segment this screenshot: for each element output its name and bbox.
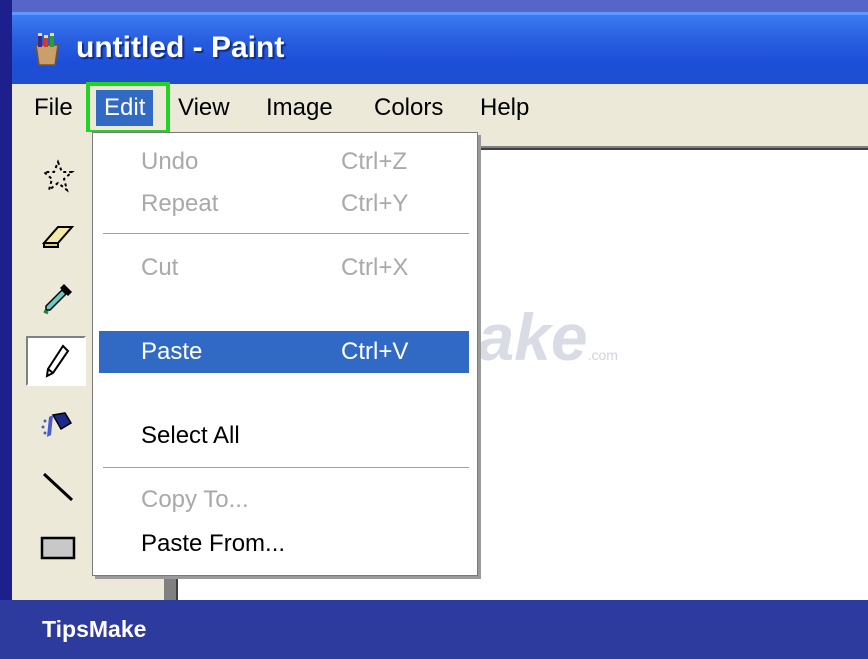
menu-item-select-all[interactable]: Select All — [99, 415, 469, 457]
tool-fill[interactable] — [28, 402, 88, 446]
pencil-icon — [45, 344, 70, 378]
menu-view[interactable]: View — [170, 90, 238, 126]
paint-brushes-icon — [35, 33, 59, 66]
title-bar[interactable]: untitled - Paint — [12, 12, 868, 84]
eraser-icon — [41, 226, 75, 248]
menu-item-repeat[interactable]: Repeat Ctrl+Y — [99, 183, 469, 225]
screen-left-edge — [0, 0, 12, 600]
airbrush-icon — [41, 412, 73, 437]
menu-item-label: Paste From... — [141, 530, 286, 557]
menu-image[interactable]: Image — [258, 90, 341, 126]
menu-separator — [103, 467, 469, 469]
color-picker-icon — [43, 284, 72, 315]
menu-item-shortcut: Ctrl+X — [341, 254, 409, 281]
menu-item-cut[interactable]: Cut Ctrl+X — [99, 247, 469, 289]
menu-item-label: Paste — [141, 338, 203, 365]
menu-item-paste[interactable]: Paste Ctrl+V — [99, 331, 469, 373]
edit-menu-callout-box — [86, 82, 170, 134]
menu-item-shortcut: Ctrl+Y — [341, 190, 409, 217]
menu-item-label: Cut — [141, 254, 179, 281]
footer-brand: TipsMake — [42, 616, 147, 642]
line-icon — [42, 472, 74, 502]
menu-file[interactable]: File — [26, 90, 81, 126]
menu-item-paste-from[interactable]: Paste From... — [99, 523, 469, 565]
edit-menu-dropdown: Undo Ctrl+Z Repeat Ctrl+Y Cut Ctrl+X Pas… — [92, 132, 478, 576]
menu-item-label: Undo — [141, 148, 199, 175]
menu-item-shortcut: Ctrl+V — [341, 338, 409, 365]
tool-eraser[interactable] — [28, 214, 88, 258]
menu-item-shortcut: Ctrl+Z — [341, 148, 407, 175]
tool-pick-color[interactable] — [28, 276, 88, 320]
menu-item-undo[interactable]: Undo Ctrl+Z — [99, 141, 469, 183]
tool-free-form-select[interactable] — [28, 154, 88, 198]
tool-line[interactable] — [28, 464, 88, 508]
tool-rectangle[interactable] — [28, 526, 88, 570]
screen-top-edge — [0, 0, 868, 12]
menu-item-label: Select All — [141, 422, 240, 449]
toolbox — [12, 140, 100, 600]
menu-colors[interactable]: Colors — [366, 90, 451, 126]
menu-item-copy-to[interactable]: Copy To... — [99, 479, 469, 521]
paint-screen: untitled - Paint File Edit View Image Co… — [0, 0, 868, 659]
window-title: untitled - Paint — [76, 31, 285, 64]
rectangle-icon — [40, 536, 76, 560]
menu-separator — [103, 233, 469, 235]
menu-item-label: Copy To... — [141, 486, 249, 513]
watermark-suffix: .com — [587, 347, 618, 363]
menu-item-label: Repeat — [141, 190, 219, 217]
tool-pencil[interactable] — [26, 336, 86, 386]
menu-help[interactable]: Help — [472, 90, 537, 126]
footer-banner: TipsMake — [0, 600, 868, 659]
free-form-select-icon — [41, 159, 75, 193]
